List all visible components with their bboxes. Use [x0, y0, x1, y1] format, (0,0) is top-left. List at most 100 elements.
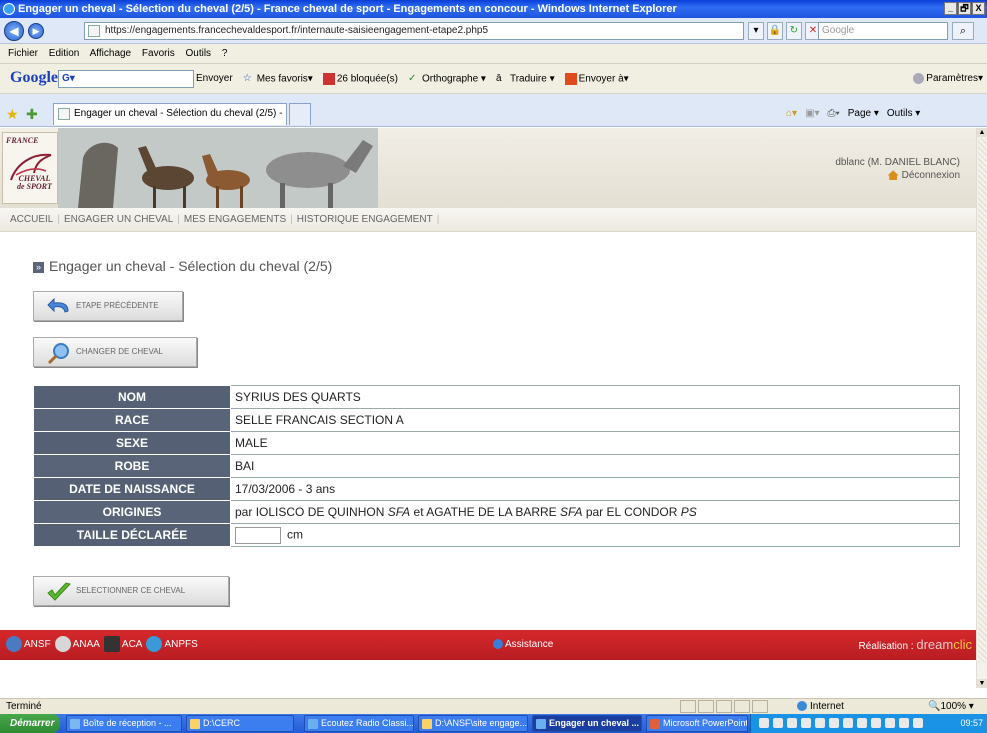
label-origines: ORIGINES [33, 500, 231, 524]
taskbar-item-active[interactable]: Engager un cheval ... [532, 715, 642, 732]
taskbar: Démarrer Boîte de réception - ... D:\CER… [0, 714, 987, 733]
star-icon: ☆ [242, 73, 252, 84]
anpfs-icon [146, 636, 163, 653]
dropdown-icon[interactable]: ▾ [748, 22, 764, 40]
nav-historique[interactable]: HISTORIQUE ENGAGEMENT [293, 214, 437, 225]
menu-affichage[interactable]: Affichage [90, 48, 132, 59]
translate-button[interactable]: ā Traduire ▾ [496, 73, 555, 85]
taskbar-item[interactable]: Boîte de réception - ... [66, 715, 182, 732]
site-logo[interactable]: FRANCE CHEVAL de SPORT [2, 132, 58, 204]
taskbar-item[interactable]: Microsoft PowerPoint... [646, 715, 748, 732]
favorites-button[interactable]: ☆ Mes favoris▾ [243, 73, 313, 85]
favorites-label: Mes favoris▾ [256, 73, 313, 85]
logout-link[interactable]: Déconnexion [835, 169, 960, 182]
spellcheck-icon: ✓ [408, 73, 417, 84]
forward-button[interactable]: ▶ [28, 23, 44, 39]
value-taille: cm [230, 523, 960, 547]
send-to-button[interactable]: Envoyer à▾ [564, 73, 629, 85]
maximize-button[interactable]: 🗗 [958, 2, 971, 15]
popup-blocker-button[interactable]: 26 bloquée(s) [322, 73, 398, 85]
tab-active[interactable]: Engager un cheval - Sélection du cheval … [53, 103, 287, 125]
feeds-icon[interactable]: ▣▾ [805, 108, 819, 119]
translate-icon: ā [495, 73, 502, 84]
menu-favoris[interactable]: Favoris [142, 48, 175, 59]
tools-menu[interactable]: Outils ▾ [887, 108, 920, 119]
menu-edition[interactable]: Edition [49, 48, 80, 59]
value-robe: BAI [230, 454, 960, 478]
ie-icon [536, 719, 546, 729]
logo-anaa[interactable]: ANAA [54, 630, 100, 660]
menu-outils[interactable]: Outils [185, 48, 211, 59]
value-origines: par IOLISCO DE QUINHON SFA et AGATHE DE … [230, 500, 960, 524]
ansf-label: ANSF [24, 639, 51, 650]
home-icon [887, 170, 899, 181]
tray-icons[interactable] [759, 718, 923, 728]
origin-sire: IOLISCO DE QUINHON [255, 505, 385, 519]
site-footer: ANSF ANAA ACA ANPFS Assistance Réalisati… [0, 630, 976, 660]
send-to-icon [564, 73, 577, 85]
nav-accueil[interactable]: ACCUEIL [6, 214, 57, 225]
brand-part-b: clic [953, 637, 972, 652]
assistance-label: Assistance [505, 639, 554, 650]
send-button[interactable]: Envoyer [196, 73, 233, 85]
home-icon[interactable]: ⌂▾ [786, 108, 797, 119]
address-tools: ▾ 🔒 ↻ ✕ [748, 22, 821, 40]
google-search-box[interactable]: G▾ [58, 70, 194, 88]
nav-mes-engagements[interactable]: MES ENGAGEMENTS [180, 214, 290, 225]
menu-help[interactable]: ? [222, 48, 228, 59]
scroll-down-icon[interactable]: ▼ [977, 679, 987, 688]
table-row: ORIGINES par IOLISCO DE QUINHON SFA et A… [33, 500, 960, 524]
taskbar-item-label: Microsoft PowerPoint... [663, 718, 748, 728]
size-input[interactable] [235, 526, 281, 544]
table-row: DATE DE NAISSANCE 17/03/2006 - 3 ans [33, 477, 960, 501]
print-icon[interactable]: ⎙▾ [828, 108, 840, 119]
google-logo: Google [10, 69, 58, 86]
partner-logos: ANSF ANAA ACA ANPFS [6, 630, 198, 660]
taskbar-item[interactable]: D:\ANSF\site engage... [418, 715, 528, 732]
page-menu[interactable]: Page ▾ [848, 108, 879, 119]
aca-icon [103, 636, 120, 653]
add-favorite-icon[interactable]: ✚ [26, 106, 38, 123]
logo-aca[interactable]: ACA [103, 630, 142, 660]
logo-ansf[interactable]: ANSF [6, 630, 51, 660]
refresh-icon[interactable]: ↻ [786, 22, 802, 40]
label-race: RACE [33, 408, 231, 432]
lock-icon[interactable]: 🔒 [767, 22, 783, 40]
vertical-scrollbar[interactable]: ▲ ▼ [976, 128, 987, 688]
close-button[interactable]: X [972, 2, 985, 15]
size-unit: cm [287, 527, 303, 542]
origin-dam: AGATHE DE LA BARRE [426, 505, 557, 519]
menu-fichier[interactable]: Fichier [8, 48, 38, 59]
zoom-control[interactable]: 🔍100% ▾ [928, 699, 974, 714]
bullet-icon: » [33, 262, 44, 273]
previous-step-button[interactable]: ETAPE PRÉCÉDENTE [33, 291, 183, 321]
favorites-star-icon[interactable]: ★ [6, 106, 19, 123]
search-input[interactable]: Google [818, 22, 948, 40]
scrollbar-thumb[interactable] [978, 138, 987, 663]
nav-engager[interactable]: ENGAGER UN CHEVAL [60, 214, 177, 225]
new-tab-button[interactable] [289, 103, 311, 125]
search-icon[interactable]: ⌕ [952, 22, 974, 40]
header-horses-photo [58, 128, 378, 208]
spellcheck-button[interactable]: ✓ Orthographe ▾ [408, 73, 486, 85]
change-horse-button[interactable]: CHANGER DE CHEVAL [33, 337, 197, 367]
ie-icon [3, 3, 15, 15]
settings-button[interactable]: Paramètres▾ [913, 73, 983, 84]
select-horse-button[interactable]: SELECTIONNER CE CHEVAL [33, 576, 229, 606]
url-field[interactable]: https://engagements.francechevaldesport.… [84, 22, 744, 40]
google-toolbar: Google G▾ Envoyer ☆ Mes favoris▾ 26 bloqu… [0, 64, 987, 94]
page-title-text: Engager un cheval - Sélection du cheval … [49, 258, 333, 274]
back-button[interactable]: ◀ [4, 21, 24, 41]
origin-damsire-code: PS [680, 505, 697, 519]
popup-blocker-label: 26 bloquée(s) [336, 73, 398, 85]
scroll-up-icon[interactable]: ▲ [977, 128, 987, 137]
taskbar-item[interactable]: Ecoutez Radio Classi... [304, 715, 414, 732]
page-viewport: FRANCE CHEVAL de SPORT dblanc (M. DANIEL… [0, 128, 976, 688]
minimize-button[interactable]: _ [944, 2, 957, 15]
assistance-link[interactable]: Assistance [493, 630, 553, 660]
logo-anpfs[interactable]: ANPFS [146, 630, 198, 660]
taskbar-item[interactable]: D:\CERC [186, 715, 294, 732]
dreamclic-logo[interactable]: dreamclic [916, 637, 972, 652]
value-sexe: MALE [230, 431, 960, 455]
start-button[interactable]: Démarrer [0, 714, 60, 733]
